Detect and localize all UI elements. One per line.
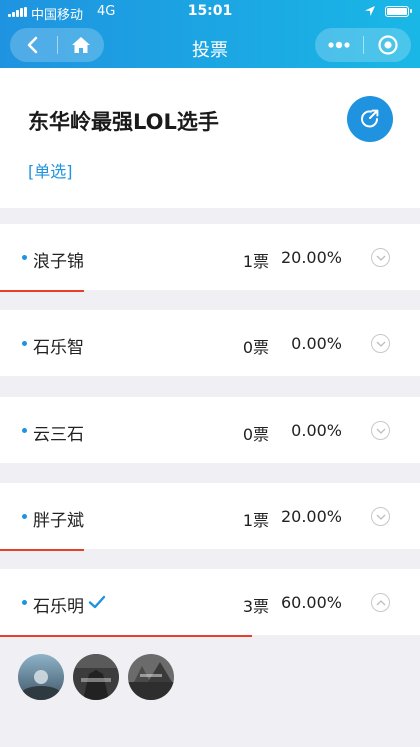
vote-option[interactable]: 云三石 0票 0.00% — [0, 397, 420, 463]
option-votes: 1票 — [242, 511, 269, 530]
target-circle-icon — [377, 35, 398, 55]
option-votes: 0票 — [242, 425, 269, 444]
chevron-down-icon[interactable] — [371, 334, 390, 353]
chevron-down-icon[interactable] — [371, 248, 390, 267]
chevron-down-icon[interactable] — [371, 507, 390, 526]
share-icon — [361, 109, 379, 128]
vote-option[interactable]: 石乐智 0票 0.00% — [0, 310, 420, 376]
option-percent: 60.00% — [280, 593, 342, 612]
poll-title: 东华岭最强LOL选手 — [28, 110, 219, 134]
vote-option[interactable]: 胖子斌 1票 20.00% — [0, 483, 420, 551]
vote-progress-bar — [0, 290, 84, 292]
bullet-dot — [22, 255, 27, 260]
voter-avatar[interactable] — [73, 654, 119, 700]
nav-capsule-right — [315, 28, 411, 62]
vote-progress-bar — [0, 635, 252, 637]
more-dots-icon — [328, 41, 350, 49]
voter-avatar[interactable] — [18, 654, 64, 700]
option-percent: 20.00% — [280, 507, 342, 526]
option-percent: 0.00% — [291, 334, 342, 353]
clock: 15:01 — [187, 3, 233, 19]
option-percent: 0.00% — [291, 421, 342, 440]
voters-row — [0, 642, 420, 712]
option-votes: 3票 — [242, 597, 269, 616]
option-name: 云三石 — [33, 425, 84, 445]
bullet-dot — [22, 428, 27, 433]
option-votes: 1票 — [242, 252, 269, 271]
option-name: 石乐智 — [33, 338, 84, 358]
option-percent: 20.00% — [280, 248, 342, 267]
vote-option[interactable]: 石乐明 3票 60.00% — [0, 569, 420, 637]
status-bar: 中国移动 4G 15:01 — [0, 0, 420, 24]
checkmark-icon — [88, 595, 106, 609]
option-name: 石乐明 — [33, 597, 84, 617]
voter-avatar[interactable] — [128, 654, 174, 700]
poll-type-label: [单选] — [28, 162, 73, 181]
option-votes: 0票 — [242, 338, 269, 357]
chevron-down-icon[interactable] — [371, 421, 390, 440]
close-miniprogram-button[interactable] — [364, 28, 411, 62]
header: 中国移动 4G 15:01 投票 — [0, 0, 420, 68]
option-name: 浪子锦 — [33, 252, 84, 272]
location-icon — [365, 6, 375, 16]
bullet-dot — [22, 600, 27, 605]
chevron-up-icon[interactable] — [371, 593, 390, 612]
vote-option[interactable]: 浪子锦 1票 20.00% — [0, 224, 420, 292]
option-name: 胖子斌 — [33, 511, 84, 531]
share-button[interactable] — [347, 96, 393, 142]
battery-icon — [385, 6, 412, 17]
bullet-dot — [22, 341, 27, 346]
more-button[interactable] — [315, 28, 363, 62]
vote-progress-bar — [0, 549, 84, 551]
bullet-dot — [22, 514, 27, 519]
